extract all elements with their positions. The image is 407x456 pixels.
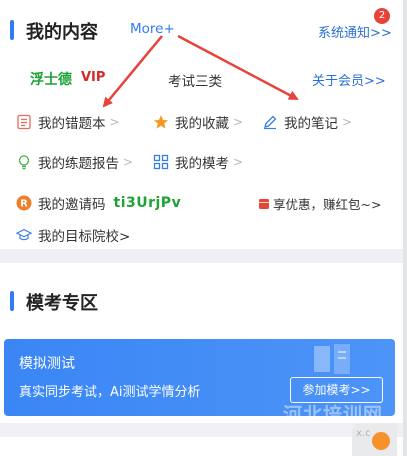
chevron-right-icon: >: [233, 115, 244, 129]
section-accent-bar: [10, 20, 14, 40]
member-name: 浮士德: [30, 72, 72, 88]
wrong-book-label: 我的错题本: [38, 116, 106, 132]
invite-code-item[interactable]: R 我的邀请码 ti3UrjPv: [16, 193, 181, 213]
system-notice-link[interactable]: 系统通知>>: [318, 22, 392, 41]
mock-test-title: 模拟测试: [19, 356, 75, 372]
chevron-right-icon: >: [233, 155, 244, 169]
notice-badge: 2: [374, 8, 390, 24]
section-accent-bar: [10, 291, 14, 311]
mock-exams-label: 我的模考: [175, 156, 229, 172]
chevron-right-icon: >: [123, 155, 134, 169]
bottom-section: [0, 437, 403, 456]
watermark-logo-icon: [312, 342, 356, 382]
grid-icon: [153, 154, 169, 170]
invite-code-label: 我的邀请码: [38, 197, 106, 213]
vip-label: VIP: [81, 70, 106, 85]
scrollbar-track[interactable]: [403, 0, 407, 456]
lightbulb-icon: [16, 154, 32, 170]
mock-exams-item[interactable]: 我的模考 >: [153, 152, 243, 172]
pencil-icon: [262, 114, 278, 130]
svg-text:R: R: [20, 199, 28, 210]
invite-code-value: ti3UrjPv: [113, 195, 182, 211]
target-school-item[interactable]: 我的目标院校>: [16, 225, 130, 245]
more-link[interactable]: More+: [130, 21, 175, 37]
floating-widget-text: x.c: [356, 428, 371, 439]
promo-link[interactable]: 享优惠，赚红包~>: [258, 194, 381, 213]
notebook-icon: [16, 114, 32, 130]
wrong-book-item[interactable]: 我的错题本 >: [16, 112, 120, 132]
promo-label: 享优惠，赚红包~>: [273, 197, 382, 212]
chevron-right-icon: >: [342, 115, 353, 129]
my-content-title: 我的内容: [26, 22, 98, 43]
practice-report-item[interactable]: 我的练题报告 >: [16, 152, 133, 172]
favorites-label: 我的收藏: [175, 116, 229, 132]
mock-zone-title: 模考专区: [26, 293, 98, 314]
target-school-label: 我的目标院校>: [38, 229, 131, 245]
exam-category[interactable]: 考试三类: [168, 70, 222, 90]
notes-item[interactable]: 我的笔记 >: [262, 112, 352, 132]
red-packet-icon: [258, 198, 270, 210]
notes-label: 我的笔记: [284, 116, 338, 132]
chevron-right-icon: >: [109, 115, 120, 129]
about-member-link[interactable]: 关于会员>>: [312, 70, 386, 89]
mock-test-subtitle: 真实同步考试，Ai测试学情分析: [19, 385, 201, 400]
floating-widget-icon: [372, 432, 390, 450]
referral-icon: R: [16, 195, 32, 211]
practice-report-label: 我的练题报告: [38, 156, 119, 172]
graduation-cap-icon: [16, 227, 32, 243]
star-icon: [153, 114, 169, 130]
favorites-item[interactable]: 我的收藏 >: [153, 112, 243, 132]
